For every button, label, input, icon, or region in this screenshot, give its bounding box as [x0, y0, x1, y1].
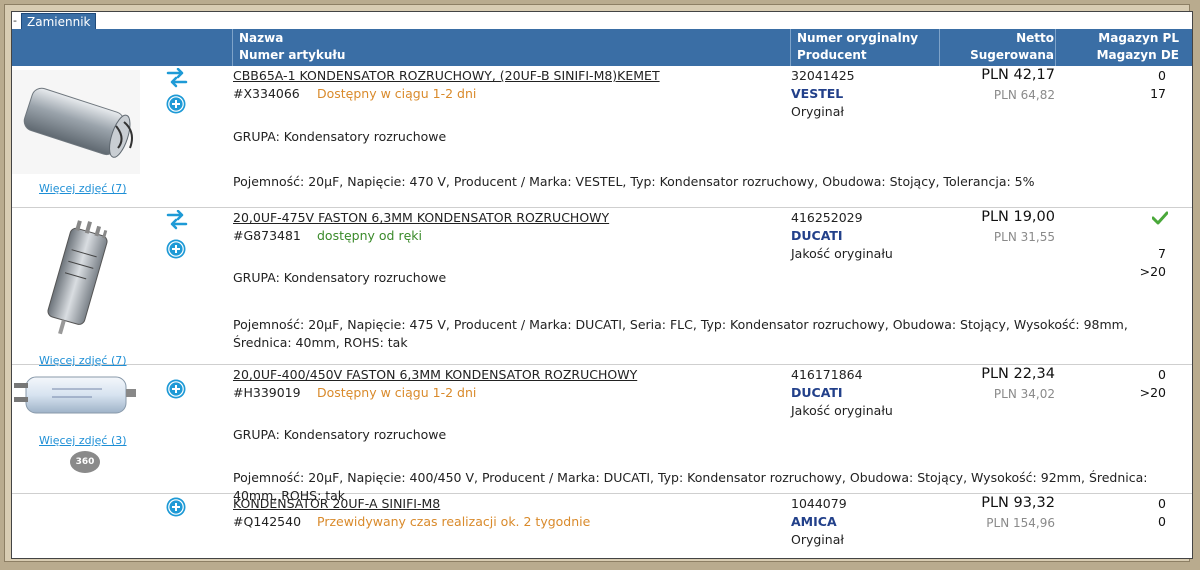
product-image[interactable] — [12, 70, 140, 174]
suggested-price: PLN 31,55 — [993, 230, 1055, 244]
more-photos-link[interactable]: Więcej zdjęć (7) — [39, 182, 127, 195]
product-specs: Pojemność: 20µF, Napięcie: 470 V, Produc… — [233, 174, 1035, 189]
stock-de: 17 — [1150, 86, 1166, 101]
table-row: Więcej zdjęć (7) CBB65A-1 KONDENSATOR RO… — [12, 66, 1192, 208]
quality-label: Jakość oryginału — [791, 246, 893, 261]
article-number: #H339019 — [233, 385, 301, 400]
net-price: PLN 19,00 — [981, 209, 1055, 225]
table-row: KONDENSATOR 20UF-A SINIFI-M8 #Q142540 Pr… — [12, 494, 1192, 558]
stock-pl: 0 — [1158, 496, 1166, 511]
stock-pl: 0 — [1158, 367, 1166, 382]
product-group: GRUPA: Kondensatory rozruchowe — [233, 129, 447, 144]
header-orig-col: Numer oryginalny Producent — [790, 29, 940, 66]
stock-de: >20 — [1139, 264, 1166, 279]
product-name-link[interactable]: KONDENSATOR 20UF-A SINIFI-M8 — [233, 496, 440, 511]
article-number: #G873481 — [233, 228, 301, 243]
more-photos-link[interactable]: Więcej zdjęć (3) — [39, 434, 127, 447]
producer-name: AMICA — [791, 514, 837, 529]
stock-de: >20 — [1139, 385, 1166, 400]
quality-label: Oryginał — [791, 104, 844, 119]
in-stock-check-icon — [1152, 211, 1168, 225]
product-image[interactable] — [28, 212, 124, 344]
quality-label: Oryginał — [791, 532, 844, 547]
product-name-link[interactable]: 20,0UF-400/450V FASTON 6,3MM KONDENSATOR… — [233, 367, 637, 382]
product-specs: Pojemność: 20µF, Napięcie: 475 V, Produc… — [233, 317, 1128, 350]
article-number: #X334066 — [233, 86, 300, 101]
header-stock-col: Magazyn PL Magazyn DE — [1055, 29, 1192, 66]
stock-pl: 0 — [1158, 68, 1166, 83]
table-row: Więcej zdjęć (7) 20,0UF-475V FASTON 6,3M… — [12, 208, 1192, 367]
availability-status: dostępny od ręki — [317, 228, 423, 243]
window-frame: - Zamiennik Nazwa Numer artykułu Numer o… — [4, 4, 1193, 562]
product-image[interactable] — [12, 369, 140, 425]
original-number: 1044079 — [791, 496, 847, 511]
article-number: #Q142540 — [233, 514, 302, 529]
suggested-price: PLN 64,82 — [993, 88, 1055, 102]
table-row: Więcej zdjęć (3) 360 20,0UF-400/450V FAS… — [12, 365, 1192, 503]
add-plus-icon[interactable] — [166, 239, 186, 259]
availability-status: Przewidywany czas realizacji ok. 2 tygod… — [317, 514, 591, 529]
header-stock-de[interactable]: Magazyn DE — [1097, 47, 1179, 64]
availability-status: Dostępny w ciągu 1-2 dni — [317, 86, 477, 101]
substitute-arrows-icon[interactable] — [166, 210, 188, 230]
producer-name: DUCATI — [791, 385, 843, 400]
add-plus-icon[interactable] — [166, 497, 186, 517]
header-netto[interactable]: Netto — [1016, 30, 1054, 47]
stock-pl: 7 — [1158, 246, 1166, 261]
suggested-price: PLN 34,02 — [993, 387, 1055, 401]
producer-name: DUCATI — [791, 228, 843, 243]
add-plus-icon[interactable] — [166, 379, 186, 399]
collapse-toggle[interactable]: - — [13, 14, 17, 27]
header-name-col: Nazwa Numer artykułu — [232, 29, 791, 66]
substitute-arrows-icon[interactable] — [166, 68, 188, 88]
suggested-price: PLN 154,96 — [986, 516, 1055, 530]
product-name-link[interactable]: 20,0UF-475V FASTON 6,3MM KONDENSATOR ROZ… — [233, 210, 609, 225]
header-price-col: Netto Sugerowana — [939, 29, 1056, 66]
tab-bar: - Zamiennik — [12, 12, 1192, 30]
availability-status: Dostępny w ciągu 1-2 dni — [317, 385, 477, 400]
stock-de: 0 — [1158, 514, 1166, 529]
product-group: GRUPA: Kondensatory rozruchowe — [233, 427, 447, 442]
original-number: 416171864 — [791, 367, 863, 382]
original-number: 32041425 — [791, 68, 855, 83]
header-image-col — [12, 29, 232, 66]
product-group: GRUPA: Kondensatory rozruchowe — [233, 270, 447, 285]
results-panel: - Zamiennik Nazwa Numer artykułu Numer o… — [11, 11, 1193, 559]
view-360-icon[interactable]: 360 — [70, 451, 100, 473]
quality-label: Jakość oryginału — [791, 403, 893, 418]
original-number: 416252029 — [791, 210, 863, 225]
producer-name: VESTEL — [791, 86, 844, 101]
header-name[interactable]: Nazwa — [239, 30, 283, 47]
net-price: PLN 22,34 — [981, 366, 1055, 382]
product-name-link[interactable]: CBB65A-1 KONDENSATOR ROZRUCHOWY, (20UF-B… — [233, 68, 660, 83]
tab-zamiennik[interactable]: Zamiennik — [21, 13, 97, 30]
header-producer[interactable]: Producent — [797, 47, 867, 64]
net-price: PLN 42,17 — [981, 67, 1055, 83]
header-article[interactable]: Numer artykułu — [239, 47, 345, 64]
header-stock-pl[interactable]: Magazyn PL — [1098, 30, 1179, 47]
net-price: PLN 93,32 — [981, 495, 1055, 511]
header-suggested[interactable]: Sugerowana — [970, 47, 1054, 64]
add-plus-icon[interactable] — [166, 94, 186, 114]
header-orig-number[interactable]: Numer oryginalny — [797, 30, 918, 47]
table-header: Nazwa Numer artykułu Numer oryginalny Pr… — [12, 29, 1192, 66]
